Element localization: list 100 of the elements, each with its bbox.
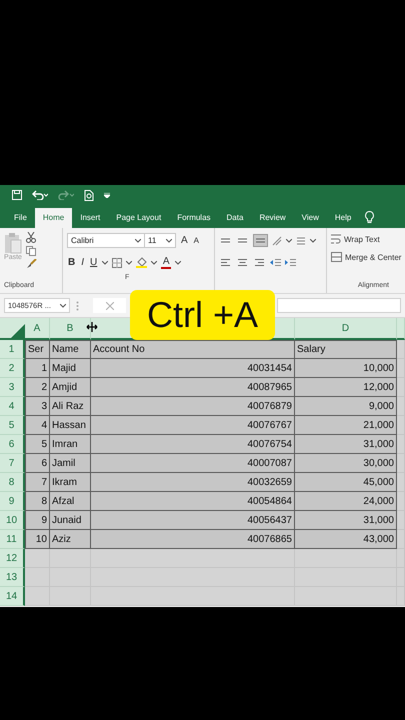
ribbon-tab[interactable]: File [6,208,35,228]
row-header[interactable]: 6 [0,435,25,454]
align-icon[interactable] [219,257,232,268]
caret-icon[interactable] [102,260,108,264]
table-cell: 5 [25,435,50,454]
column-header[interactable]: A [25,318,50,340]
font-size-field[interactable]: 11 [144,233,176,248]
table-cell: 1 [25,359,50,378]
merge-center-button[interactable]: Merge & Center [331,252,402,262]
orientation-icon[interactable] [272,236,282,246]
close-icon [106,302,114,310]
ribbon-tab[interactable]: Help [326,208,360,228]
table-cell: Hassan [50,416,91,435]
row-header[interactable]: 10 [0,511,25,530]
table-cell: Ikram [50,473,91,492]
caret-icon[interactable] [166,238,172,242]
customize-icon[interactable] [104,192,110,198]
vertical-align-icon[interactable] [253,234,268,247]
row-header[interactable]: 1 [0,340,25,359]
more-icon [76,300,79,310]
row-header[interactable]: 9 [0,492,25,511]
italic-button[interactable]: I [80,257,86,268]
table-cell: Junaid [50,511,91,530]
fill-bucket-icon[interactable] [136,257,148,268]
row-header[interactable]: 14 [0,587,25,606]
table-cell: 40056437 [91,511,295,530]
ribbon-tab[interactable]: View [294,208,327,228]
caret-icon[interactable] [286,238,292,242]
row-header[interactable]: 4 [0,397,25,416]
table-cell: 7 [25,473,50,492]
save-icon[interactable] [12,190,22,200]
table-cell: 43,000 [295,530,397,549]
table-cell: 24,000 [295,492,397,511]
caret-icon[interactable] [175,260,182,264]
table-cell: 3 [25,397,50,416]
shrink-font-button[interactable]: A [192,236,200,245]
row-header[interactable]: 13 [0,568,25,587]
caret-icon[interactable] [60,304,66,308]
wrap-text-button[interactable]: Wrap Text [331,234,402,244]
table-cell: Afzal [50,492,91,511]
bold-button[interactable]: B [67,257,76,268]
table-cell: 40007087 [91,454,295,473]
caret-icon[interactable] [126,260,132,264]
ribbon-tab[interactable]: Review [251,208,294,228]
table-cell: 9 [25,511,50,530]
row-header[interactable]: 11 [0,530,25,549]
underline-button[interactable]: U [89,257,98,268]
caret-icon[interactable] [135,238,141,242]
align-icon[interactable] [236,257,249,268]
table-cell: Account No [91,340,295,359]
row-header[interactable]: 5 [0,416,25,435]
table-cell: Aziz [50,530,91,549]
font-name-field[interactable]: Calibri [67,233,145,248]
table-cell: 40087965 [91,378,295,397]
table-cell: 10 [25,530,50,549]
copy-icon[interactable] [26,246,36,256]
row-header[interactable]: 3 [0,378,25,397]
scissors-icon[interactable] [26,232,36,243]
table-cell: Name [50,340,91,359]
caret-icon[interactable] [310,238,316,242]
ribbon-tab[interactable]: Insert [72,208,108,228]
corner-triangle-icon [11,324,25,338]
ribbon-tab[interactable]: Data [218,208,252,228]
table-cell: Majid [50,359,91,378]
grow-font-button[interactable]: A [180,235,189,246]
table-cell: 30,000 [295,454,397,473]
row-header[interactable]: 2 [0,359,25,378]
merge-icon [331,252,342,262]
table-cell: Salary [295,340,397,359]
row-header[interactable]: 8 [0,473,25,492]
print-preview-icon[interactable] [84,190,94,200]
align-icon[interactable] [253,257,266,268]
text-direction-icon[interactable] [296,236,306,245]
brush-icon[interactable] [26,259,37,269]
decrease-indent-icon[interactable] [270,258,281,267]
table-cell: 4 [25,416,50,435]
increase-indent-icon[interactable] [285,258,296,267]
table-cell: 21,000 [295,416,397,435]
table-cell: Jamil [50,454,91,473]
lightbulb-icon[interactable] [365,211,374,223]
ribbon-tab[interactable]: Page Layout [108,208,170,228]
column-header[interactable]: D [295,318,397,340]
wrap-text-icon [331,234,341,244]
select-all-button[interactable] [0,318,25,340]
table-cell: 9,000 [295,397,397,416]
font-color-button[interactable]: A [161,256,172,268]
column-header[interactable] [397,318,405,340]
table-cell: 6 [25,454,50,473]
borders-icon[interactable] [112,258,122,268]
table-cell: 40076754 [91,435,295,454]
ribbon-tab[interactable]: Formulas [169,208,219,228]
table-cell: 31,000 [295,511,397,530]
table-cell: Ser [25,340,50,359]
row-header[interactable]: 7 [0,454,25,473]
ribbon-tab[interactable]: Home [34,208,72,228]
table-cell: Ali Raz [50,397,91,416]
undo-icon[interactable] [32,190,48,200]
column-header[interactable]: B [50,318,91,340]
caret-icon[interactable] [151,260,158,264]
row-header[interactable]: 12 [0,549,25,568]
